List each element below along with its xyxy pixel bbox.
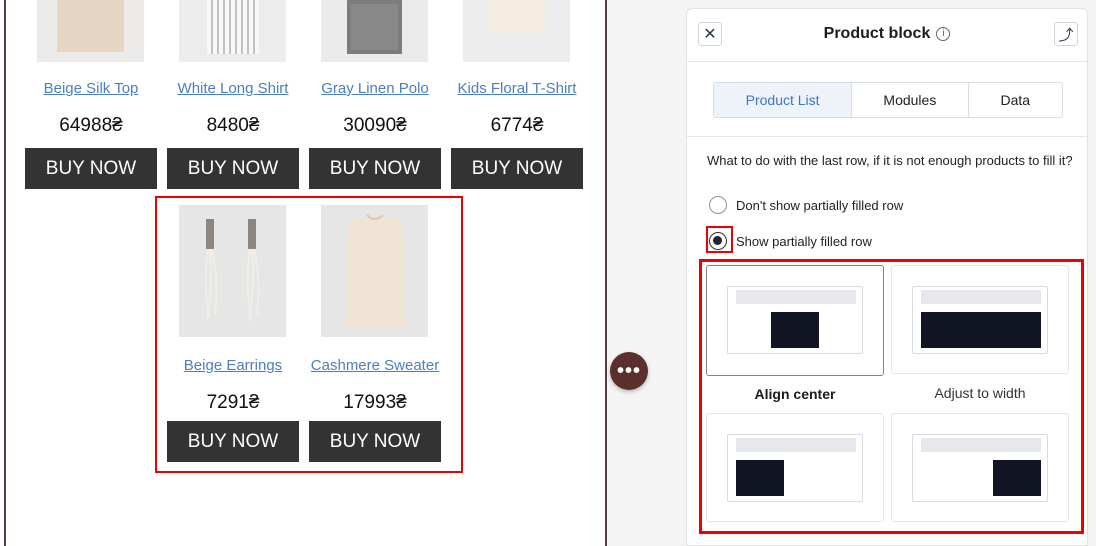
panel-title-text: Product block xyxy=(823,25,931,42)
product-image[interactable] xyxy=(179,0,286,62)
divider xyxy=(687,61,1087,62)
layout-option-align-left[interactable] xyxy=(706,413,884,522)
panel-title: Product block i xyxy=(687,25,1087,43)
product-price: 64988₴ xyxy=(59,115,123,136)
product-price: 17993₴ xyxy=(343,392,407,413)
preview-bar xyxy=(736,438,856,452)
buy-now-button[interactable]: BUY NOW xyxy=(309,421,441,462)
radio-label: Don't show partially filled row xyxy=(736,197,904,213)
tab-product-list[interactable]: Product List xyxy=(714,83,852,117)
layout-label-align-center: Align center xyxy=(754,386,836,402)
product-block-panel: ✕ Product block i ⤴ Product List Modules … xyxy=(686,8,1088,546)
layout-preview xyxy=(912,286,1048,354)
product-price: 6774₴ xyxy=(490,115,544,136)
preview-block xyxy=(771,312,819,348)
product-name-link[interactable]: Kids Floral T-Shirt xyxy=(451,80,583,97)
divider xyxy=(687,136,1087,137)
radio-button[interactable] xyxy=(709,196,727,214)
buy-now-button[interactable]: BUY NOW xyxy=(167,421,299,462)
buy-now-button[interactable]: BUY NOW xyxy=(25,148,157,189)
preview-bar xyxy=(736,290,856,304)
product-image[interactable] xyxy=(463,0,570,62)
preview-bar xyxy=(921,438,1041,452)
buy-now-button[interactable]: BUY NOW xyxy=(167,148,299,189)
preview-bar xyxy=(921,290,1041,304)
panel-tabs: Product List Modules Data xyxy=(713,82,1063,118)
product-name-link[interactable]: White Long Shirt xyxy=(167,80,299,97)
canvas-border-right xyxy=(605,0,607,546)
back-arrow-icon[interactable]: ⤴ xyxy=(1054,22,1078,46)
tab-modules[interactable]: Modules xyxy=(851,83,967,117)
info-icon[interactable]: i xyxy=(936,26,951,41)
more-options-button[interactable]: ••• xyxy=(610,352,648,390)
buy-now-button[interactable]: BUY NOW xyxy=(451,148,583,189)
product-name-link[interactable]: Cashmere Sweater xyxy=(309,357,441,374)
layout-option-adjust-width[interactable] xyxy=(891,265,1069,374)
email-canvas: Beige Silk Top 64988₴ BUY NOW White Long… xyxy=(0,0,607,546)
preview-block xyxy=(993,460,1041,496)
product-image[interactable] xyxy=(37,0,144,62)
radio-label: Show partially filled row xyxy=(736,233,872,249)
product-name-link[interactable]: Beige Silk Top xyxy=(25,80,157,97)
layout-label-adjust-width: Adjust to width xyxy=(934,385,1026,401)
layout-option-align-right[interactable] xyxy=(891,413,1069,522)
tab-data[interactable]: Data xyxy=(967,83,1062,117)
layout-preview xyxy=(727,286,863,354)
canvas-border-left xyxy=(4,0,6,546)
buy-now-button[interactable]: BUY NOW xyxy=(309,148,441,189)
product-price: 30090₴ xyxy=(343,115,407,136)
layout-option-align-center[interactable] xyxy=(706,265,884,376)
product-name-link[interactable]: Gray Linen Polo xyxy=(309,80,441,97)
last-row-question: What to do with the last row, if it is n… xyxy=(707,153,1073,168)
layout-preview xyxy=(912,434,1048,502)
preview-block xyxy=(736,460,784,496)
radio-button-checked[interactable] xyxy=(709,232,727,250)
product-image[interactable] xyxy=(321,0,428,62)
preview-block xyxy=(921,312,1041,348)
product-image[interactable] xyxy=(321,205,428,337)
product-image[interactable] xyxy=(179,205,286,337)
layout-preview xyxy=(727,434,863,502)
product-name-link[interactable]: Beige Earrings xyxy=(167,357,299,374)
radio-option-show-partial[interactable]: Show partially filled row xyxy=(709,232,872,250)
product-price: 8480₴ xyxy=(206,115,260,136)
product-price: 7291₴ xyxy=(206,392,260,413)
radio-option-hide-partial[interactable]: Don't show partially filled row xyxy=(709,196,903,214)
